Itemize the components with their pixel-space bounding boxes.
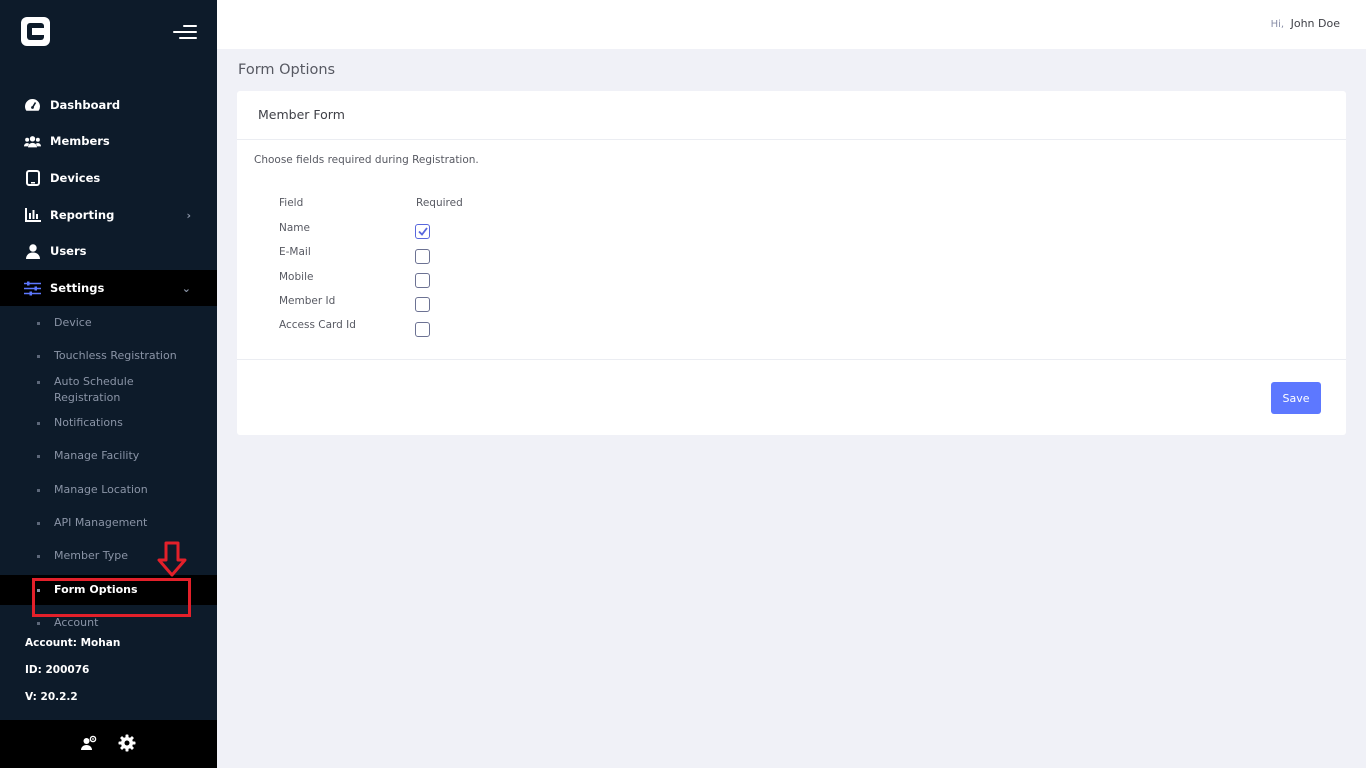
tablet-icon xyxy=(24,170,41,187)
sidebar-subitem-manage-facility[interactable]: Manage Facility xyxy=(0,448,217,464)
dashboard-icon xyxy=(24,97,41,114)
account-name: Account: Mohan xyxy=(25,637,121,649)
sidebar-item-devices[interactable]: Devices xyxy=(0,160,217,196)
account-id: ID: 200076 xyxy=(25,664,90,676)
checkmark-icon xyxy=(417,227,428,236)
page-title: Form Options xyxy=(238,62,336,78)
sidebar: Dashboard Members Devices Reporting › Us… xyxy=(0,0,217,768)
user-greeting[interactable]: Hi, John Doe xyxy=(1271,17,1340,30)
member-form-card: Member Form Choose fields required durin… xyxy=(237,91,1346,435)
sidebar-item-label: Users xyxy=(50,244,87,258)
field-label-access-card-id: Access Card Id xyxy=(279,319,356,331)
sidebar-item-members[interactable]: Members xyxy=(0,123,217,159)
top-bar: Hi, John Doe xyxy=(217,0,1366,49)
app-logo[interactable] xyxy=(21,17,50,46)
app-version: V: 20.2.2 xyxy=(25,691,78,703)
sidebar-item-label: Reporting xyxy=(50,208,115,222)
chevron-down-icon: ⌄ xyxy=(181,281,191,295)
required-checkbox-member-id[interactable] xyxy=(415,297,430,312)
chevron-right-icon: › xyxy=(186,208,191,222)
sidebar-item-label: Settings xyxy=(50,281,105,295)
required-checkbox-name[interactable] xyxy=(415,224,430,239)
field-label-name: Name xyxy=(279,222,310,234)
user-icon xyxy=(24,243,41,260)
column-header-required: Required xyxy=(416,197,463,209)
sidebar-subitem-auto-schedule-registration[interactable]: Auto Schedule Registration xyxy=(0,374,190,406)
bar-chart-icon xyxy=(24,207,41,224)
field-label-email: E-Mail xyxy=(279,246,311,258)
column-header-field: Field xyxy=(279,197,304,209)
user-name: John Doe xyxy=(1290,17,1340,30)
required-checkbox-access-card-id[interactable] xyxy=(415,322,430,337)
sidebar-item-users[interactable]: Users xyxy=(0,233,217,269)
field-label-mobile: Mobile xyxy=(279,271,314,283)
user-settings-icon[interactable] xyxy=(80,734,98,752)
card-description: Choose fields required during Registrati… xyxy=(254,154,479,166)
sidebar-subitem-api-management[interactable]: API Management xyxy=(0,515,217,531)
users-group-icon xyxy=(24,133,41,150)
sidebar-subitem-manage-location[interactable]: Manage Location xyxy=(0,482,217,498)
field-label-member-id: Member Id xyxy=(279,295,336,307)
sidebar-subitem-device[interactable]: Device xyxy=(0,315,217,331)
gear-icon[interactable] xyxy=(118,734,136,752)
menu-toggle-icon[interactable] xyxy=(173,22,197,42)
sidebar-item-label: Members xyxy=(50,134,110,148)
sliders-icon xyxy=(24,280,41,297)
sidebar-subitem-touchless-registration[interactable]: Touchless Registration xyxy=(0,348,217,364)
card-footer-divider xyxy=(237,359,1346,360)
save-button[interactable]: Save xyxy=(1271,382,1321,414)
sidebar-item-label: Dashboard xyxy=(50,98,121,112)
required-checkbox-mobile[interactable] xyxy=(415,273,430,288)
sidebar-subitem-notifications[interactable]: Notifications xyxy=(0,415,217,431)
greeting-prefix: Hi, xyxy=(1270,19,1285,30)
sidebar-subitem-account[interactable]: Account xyxy=(0,615,217,631)
sidebar-subitem-member-type[interactable]: Member Type xyxy=(0,548,217,564)
sidebar-item-reporting[interactable]: Reporting › xyxy=(0,197,217,233)
sidebar-subitem-form-options[interactable]: Form Options xyxy=(0,575,217,605)
sidebar-footer xyxy=(0,720,217,768)
sidebar-item-settings[interactable]: Settings ⌄ xyxy=(0,270,217,306)
sidebar-item-label: Devices xyxy=(50,171,101,185)
card-title: Member Form xyxy=(237,91,1346,140)
sidebar-item-dashboard[interactable]: Dashboard xyxy=(0,87,217,123)
required-checkbox-email[interactable] xyxy=(415,249,430,264)
